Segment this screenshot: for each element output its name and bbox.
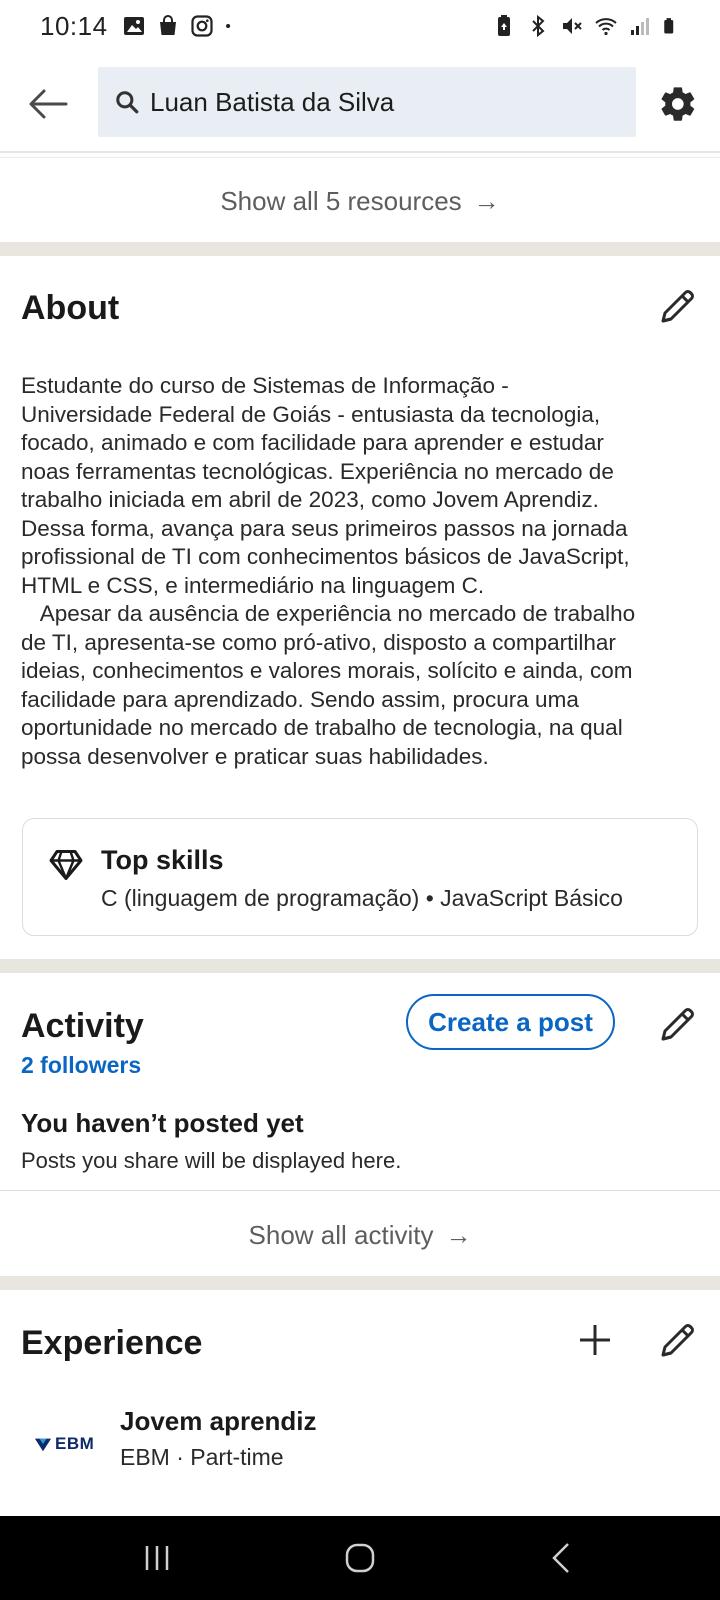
settings-button[interactable] — [658, 84, 698, 124]
show-all-resources-link[interactable]: Show all 5 resources → — [0, 176, 720, 226]
arrow-right-icon: → — [445, 1219, 472, 1250]
activity-divider — [0, 1190, 720, 1191]
top-skills-title: Top skills — [101, 845, 224, 875]
about-title: About — [21, 289, 120, 327]
battery-icon — [664, 18, 674, 34]
company-logo-text: EBM — [55, 1434, 95, 1453]
ebm-logo-mark-icon — [34, 1438, 52, 1452]
header-divider-secondary — [0, 157, 720, 158]
add-experience-plus-icon[interactable] — [577, 1322, 613, 1358]
search-header: Luan Batista da Silva — [0, 52, 720, 148]
experience-role[interactable]: Jovem aprendiz — [120, 1406, 317, 1437]
activity-title: Activity — [21, 1007, 144, 1045]
bluetooth-icon — [532, 14, 545, 38]
search-input[interactable]: Luan Batista da Silva — [98, 67, 636, 137]
top-skills-list: C (linguagem de programação) • JavaScrip… — [101, 885, 623, 911]
back-nav-icon[interactable] — [543, 1538, 583, 1578]
status-time: 10:14 — [40, 10, 108, 41]
shopping-bag-icon — [159, 15, 176, 35]
show-all-activity-link[interactable]: Show all activity → — [0, 1210, 720, 1260]
back-button[interactable] — [26, 82, 70, 126]
gear-icon — [661, 87, 695, 121]
header-divider — [0, 151, 720, 153]
wifi-icon — [595, 18, 617, 36]
about-description: Estudante do curso de Sistemas de Inform… — [21, 373, 636, 769]
edit-experience-pencil-icon[interactable] — [658, 1320, 698, 1360]
search-query: Luan Batista da Silva — [150, 86, 395, 117]
show-all-activity-label: Show all activity — [248, 1219, 434, 1250]
recent-apps-icon[interactable] — [137, 1538, 177, 1578]
show-all-resources-label: Show all 5 resources — [220, 185, 462, 216]
empty-activity-subtitle: Posts you share will be displayed here. — [21, 1148, 402, 1173]
edit-activity-pencil-icon[interactable] — [658, 1004, 698, 1044]
section-divider — [0, 1276, 720, 1290]
followers-count-link[interactable]: 2 followers — [21, 1052, 141, 1079]
company-logo[interactable]: EBM — [34, 1430, 96, 1458]
status-right — [492, 14, 680, 38]
back-arrow-icon — [29, 89, 68, 119]
section-divider — [0, 242, 720, 256]
arrow-right-icon: → — [473, 185, 500, 216]
create-post-button[interactable]: Create a post — [406, 994, 615, 1050]
home-icon[interactable] — [340, 1538, 380, 1578]
diamond-icon — [49, 850, 83, 880]
instagram-icon — [190, 15, 213, 37]
battery-saver-icon — [498, 15, 510, 36]
edit-about-pencil-icon[interactable] — [658, 286, 698, 326]
top-skills-card[interactable]: Top skills C (linguagem de programação) … — [22, 818, 698, 936]
experience-company: EBM · Part-time — [120, 1444, 284, 1470]
section-divider — [0, 959, 720, 973]
dot-icon — [225, 23, 230, 29]
search-icon — [116, 91, 139, 114]
gallery-icon — [123, 17, 144, 35]
status-left: 10:14 — [40, 11, 238, 42]
status-bar: 10:14 — [0, 0, 720, 52]
mute-icon — [563, 18, 582, 34]
empty-activity-title: You haven’t posted yet — [21, 1108, 304, 1138]
signal-icon — [631, 18, 649, 35]
experience-title: Experience — [21, 1324, 203, 1362]
system-navigation-bar — [0, 1516, 720, 1600]
